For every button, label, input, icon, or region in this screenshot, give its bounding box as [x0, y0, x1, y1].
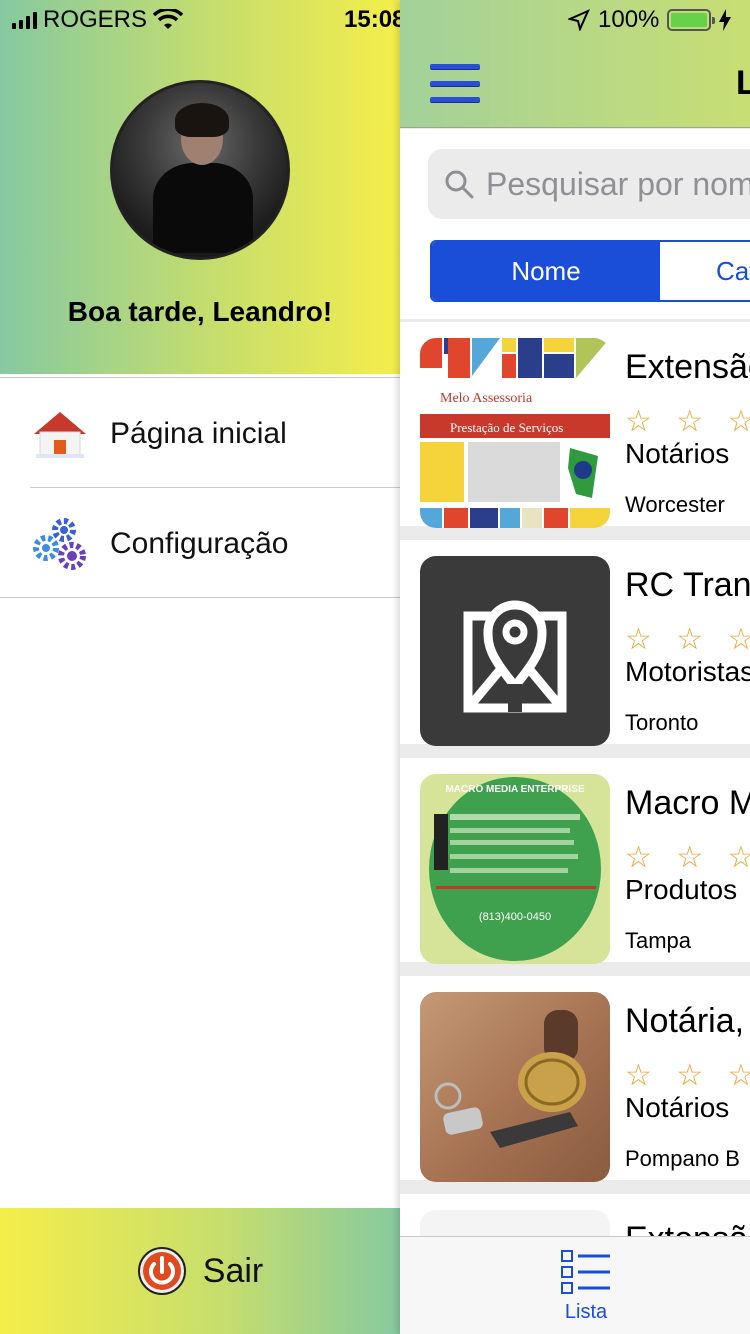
listing-city: Pompano B	[625, 1146, 740, 1171]
list-item[interactable]: MACRO MEDIA ENTERPRISE (813)400-0450 Mac…	[400, 758, 750, 964]
listing-city: Worcester	[625, 492, 725, 517]
listing-city: Toronto	[625, 710, 699, 735]
divider	[0, 377, 400, 378]
house-icon	[34, 412, 86, 458]
listing-thumbnail: MACRO MEDIA ENTERPRISE (813)400-0450	[420, 774, 610, 964]
search-input[interactable]	[486, 165, 750, 203]
tab-bar: Lista	[400, 1236, 750, 1334]
battery-icon	[667, 9, 716, 31]
thumb-phone: (813)400-0450	[479, 911, 551, 923]
listing-category: Produtos	[625, 874, 738, 905]
menu-item-label: Página inicial	[110, 417, 287, 450]
avatar[interactable]	[110, 80, 290, 260]
status-time: 15:08	[344, 6, 406, 33]
rating-stars: ☆ ☆ ☆ ☆	[625, 623, 750, 656]
divider	[30, 487, 400, 488]
divider	[0, 597, 400, 598]
list-item[interactable]: RC Trans ☆ ☆ ☆ ☆ Motoristas Toronto	[400, 540, 750, 746]
location-arrow-icon	[568, 9, 590, 31]
list-icon	[561, 1250, 610, 1294]
listing-category: Notários	[625, 438, 730, 469]
status-bar-right: 100%	[568, 6, 732, 34]
power-icon	[137, 1247, 186, 1295]
search-panel: Nome Categoria	[400, 129, 750, 319]
wifi-icon	[153, 9, 184, 29]
search-icon	[445, 170, 474, 199]
search-bar	[428, 149, 750, 219]
listing-thumbnail: Melo Assessoria Prestação de Serviços	[420, 338, 610, 528]
listing-title: Notária,	[625, 1002, 745, 1040]
menu-item-settings[interactable]: Configuração	[0, 490, 400, 598]
page-title: L	[736, 64, 750, 102]
status-bar-left: ROGERS	[12, 6, 184, 34]
battery-percent: 100%	[598, 6, 660, 33]
main-screen: 100% L Nome Categoria	[400, 0, 750, 1334]
listing-category: Motoristas	[625, 656, 750, 687]
tab-list[interactable]: Lista	[560, 1249, 612, 1324]
signal-icon	[12, 11, 37, 29]
menu-item-home[interactable]: Página inicial	[0, 380, 400, 488]
list-item[interactable]: Melo Assessoria Prestação de Serviços Ex…	[400, 322, 750, 528]
segmented-control: Nome Categoria	[430, 240, 750, 302]
listing-title: Extensão	[625, 348, 750, 386]
listing-city: Tampa	[625, 928, 692, 953]
menu-item-label: Configuração	[110, 527, 289, 560]
rating-stars: ☆ ☆ ☆ ☆	[625, 841, 750, 874]
thumb-business-name: Melo Assessoria	[440, 391, 533, 406]
charging-icon	[719, 9, 732, 31]
map-pin-icon	[420, 556, 610, 746]
rating-stars: ☆ ☆ ☆ ☆	[625, 1059, 750, 1092]
tab-label: Lista	[564, 1301, 608, 1323]
segment-category[interactable]: Categoria	[660, 242, 750, 300]
gears-icon	[33, 518, 86, 570]
listing-title: Macro M	[625, 784, 750, 822]
greeting-text: Boa tarde, Leandro!	[67, 296, 333, 327]
drawer-header: ROGERS 15:08 Boa tarde, Leandro!	[0, 0, 405, 374]
logout-button[interactable]: Sair	[0, 1208, 400, 1334]
thumb-business-name: MACRO MEDIA ENTERPRISE	[445, 784, 584, 795]
listing-category: Notários	[625, 1092, 730, 1123]
carrier-label: ROGERS	[43, 6, 148, 33]
listing-title: RC Trans	[625, 566, 750, 604]
thumb-service: Prestação de Serviços	[450, 420, 563, 435]
menu-toggle-button[interactable]	[430, 64, 480, 102]
rating-stars: ☆ ☆ ☆ ☆	[625, 405, 750, 438]
side-drawer: ROGERS 15:08 Boa tarde, Leandro! Página …	[0, 0, 405, 1334]
nav-bar: 100% L	[400, 0, 750, 128]
notary-stamp-photo	[420, 992, 610, 1182]
logout-label: Sair	[202, 1251, 264, 1290]
list-item[interactable]: Notária, ☆ ☆ ☆ ☆ Notários Pompano B	[400, 976, 750, 1182]
segment-name[interactable]: Nome	[432, 242, 660, 300]
